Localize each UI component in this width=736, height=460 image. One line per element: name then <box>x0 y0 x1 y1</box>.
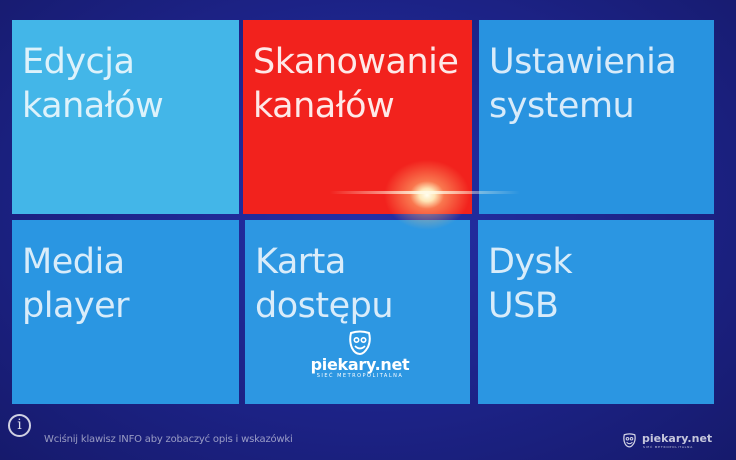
tile-label-line2: player <box>22 286 130 326</box>
info-circle-icon[interactable]: i <box>8 414 31 437</box>
tile-label-line2: kanałów <box>22 86 164 126</box>
footer-hint-text: Wciśnij klawisz INFO aby zobaczyć opis i… <box>44 434 293 445</box>
tile-label-line1: Edycja <box>22 42 135 82</box>
tile-label-line2: dostępu <box>255 286 394 326</box>
tile-label-line2: systemu <box>489 86 635 126</box>
tile-ustawienia-systemu[interactable]: Ustawienia systemu <box>479 20 714 214</box>
tile-edycja-kanalow[interactable]: Edycja kanałów <box>12 20 239 214</box>
footer-brand-tagline: SIEĆ METROPOLITALNA <box>643 445 694 449</box>
tile-skanowanie-kanalow[interactable]: Skanowanie kanałów <box>243 20 472 214</box>
watermark-tagline: SIEĆ METROPOLITALNA <box>316 373 404 379</box>
tile-label-line1: Karta <box>255 242 346 282</box>
tile-label-line2: kanałów <box>253 86 395 126</box>
tv-menu-screen: Edycja kanałów Skanowanie kanałów Ustawi… <box>0 0 736 460</box>
tile-label-line2: USB <box>488 286 559 326</box>
footer-bar: i Wciśnij klawisz INFO aby zobaczyć opis… <box>0 408 736 460</box>
tile-label-line1: Ustawienia <box>489 42 677 82</box>
tile-label-line1: Dysk <box>488 242 573 282</box>
tile-label-line1: Media <box>22 242 125 282</box>
piekary-mascot-icon <box>349 330 371 356</box>
tile-dysk-usb[interactable]: Dysk USB <box>478 220 714 404</box>
tile-media-player[interactable]: Media player <box>12 220 239 404</box>
watermark-brand: piekary.net <box>310 355 410 374</box>
tile-label-line1: Skanowanie <box>253 42 459 82</box>
footer-brand-name: piekary.net <box>642 432 713 445</box>
piekary-mascot-icon <box>623 433 636 448</box>
piekary-watermark-logo: piekary.net SIEĆ METROPOLITALNA <box>300 330 420 390</box>
